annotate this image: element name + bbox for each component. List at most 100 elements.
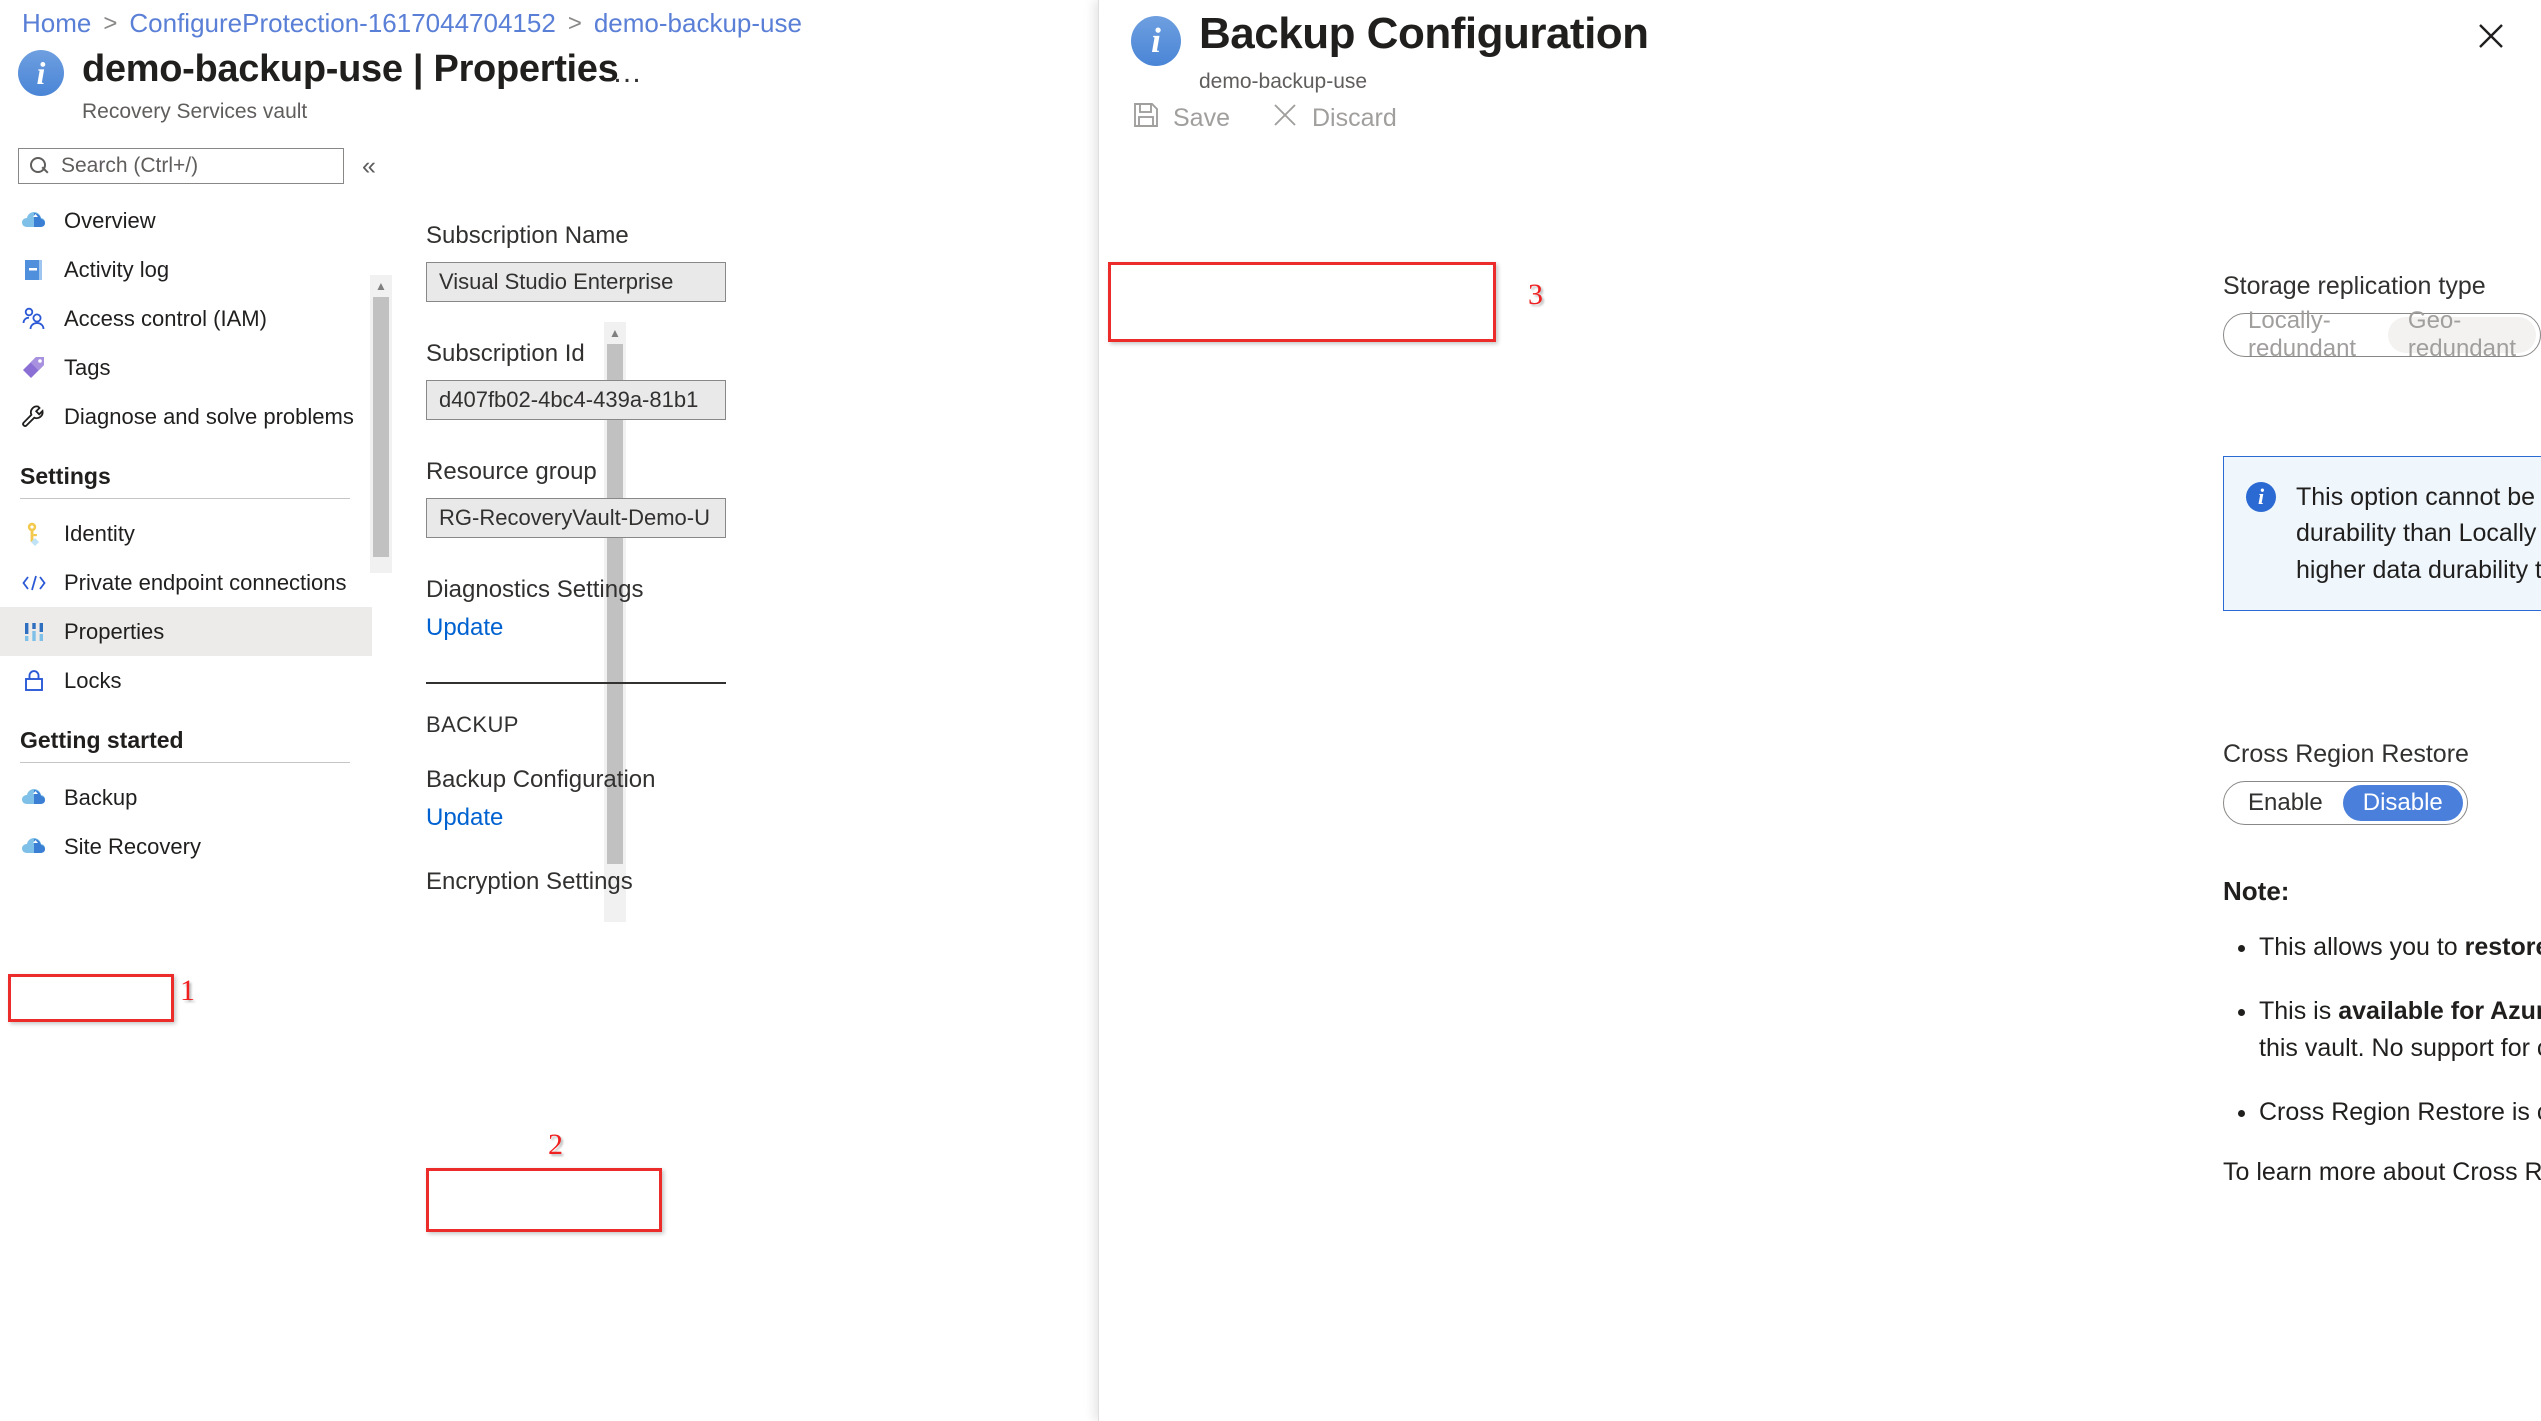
breadcrumb-home[interactable]: Home [22,8,91,39]
app-root: Home > ConfigureProtection-1617044704152… [0,0,2541,1421]
page-subtitle: Recovery Services vault [82,99,308,123]
cross-region-restore-group: Cross Region Restore Enable Disable [2223,740,2469,825]
scrollbar-thumb[interactable] [373,297,389,557]
storage-option-geo-redundant[interactable]: Geo-redundant [2387,307,2536,362]
sidebar-item-site-recovery[interactable]: Site Recovery [0,822,372,871]
note-footer: To learn more about Cross Region Restore… [2223,1158,2541,1187]
backup-configuration-blade: i Backup Configuration demo-backup-use S… [1098,0,2541,1421]
subscription-name-value[interactable]: Visual Studio Enterprise [426,262,726,302]
breadcrumb-item-1[interactable]: demo-backup-use [594,8,802,39]
storage-replication-type-toggle[interactable]: Locally-redundant Geo-redundant [2223,307,2541,362]
backup-configuration-label: Backup Configuration [426,766,656,793]
breadcrumb: Home > ConfigureProtection-1617044704152… [22,8,802,39]
sidebar-item-activity-log[interactable]: Activity log [0,245,372,294]
sidebar-item-identity[interactable]: Identity [0,509,372,558]
diagnostics-update-link[interactable]: Update [426,614,826,642]
cloud-icon [20,784,48,812]
note-bold: restore in the secondary region [2464,933,2541,961]
sidebar-item-tags[interactable]: Tags [0,343,372,392]
sidebar-item-label: Activity log [64,256,170,282]
callout-number-2: 2 [548,1128,563,1161]
info-icon: i [2246,482,2276,512]
page-title: demo-backup-use | Properties [82,48,619,90]
breadcrumb-separator-icon: > [567,9,582,37]
sidebar-item-overview[interactable]: Overview [0,196,372,245]
field-label: Subscription Id [426,340,585,367]
vault-info-icon: i [18,50,64,96]
search-input[interactable] [59,153,333,179]
storage-option-locally-redundant[interactable]: Locally-redundant [2228,307,2388,362]
more-menu-icon[interactable]: … [612,58,644,88]
blade-title: Backup Configuration [1199,9,1649,58]
backup-configuration-update-link[interactable]: Update [426,804,826,832]
resource-group-value[interactable]: RG-RecoveryVault-Demo-U [426,498,726,538]
sidebar-item-locks[interactable]: Locks [0,656,372,705]
note-text: This allows you to [2259,933,2465,961]
activity-log-icon [20,256,48,284]
crr-option-disable[interactable]: Disable [2342,785,2463,821]
page-title-row: i demo-backup-use | Properties Recovery … [18,48,619,124]
sidebar-group-getting-started: Getting started [20,727,184,753]
lock-icon [20,667,48,695]
sidebar-item-label: Private endpoint connections [64,569,347,595]
sidebar-item-private-endpoint[interactable]: Private endpoint connections [0,558,372,607]
field-label: Subscription Name [426,222,629,249]
cloud-icon [20,833,48,861]
list-item: Cross Region Restore is currently non-re… [2259,1094,2541,1130]
blade-info-icon: i [1131,16,1181,66]
note-block: Note: This allows you to restore in the … [2223,876,2541,1187]
info-banner-text: This option cannot be changed after prot… [2296,483,2541,584]
sidebar-divider [20,762,350,763]
close-icon[interactable] [2469,14,2513,58]
save-icon [1131,100,1161,137]
properties-content: Subscription Name Visual Studio Enterpri… [426,222,826,896]
sidebar-divider [20,498,350,499]
portal-blade: Home > ConfigureProtection-1617044704152… [0,0,1098,1421]
discard-label: Discard [1311,104,1397,132]
sidebar-item-label: Diagnose and solve problems [64,403,354,429]
info-banner: i This option cannot be changed after pr… [2223,456,2541,611]
encryption-settings-label: Encryption Settings [426,868,633,895]
diagnostics-settings-label: Diagnostics Settings [426,576,644,603]
storage-replication-type-group: Storage replication type Locally-redunda… [2223,272,2541,362]
sidebar-item-properties[interactable]: Properties [0,607,372,656]
sidebar-item-label: Access control (IAM) [64,305,267,331]
sidebar-nav: Overview Activity log Access control (IA… [0,196,372,871]
collapse-nav-icon[interactable]: « [362,152,376,181]
note-title: Note: [2223,876,2290,906]
sidebar-item-label: Overview [64,207,156,233]
search-box[interactable] [18,148,344,184]
search-icon [29,156,49,176]
sidebar-item-access-control[interactable]: Access control (IAM) [0,294,372,343]
cross-region-restore-toggle[interactable]: Enable Disable [2223,781,2468,825]
list-item: This is available for Azure Virtual Mach… [2259,993,2541,1066]
list-item: This allows you to restore in the second… [2259,929,2541,965]
sidebar-item-diagnose[interactable]: Diagnose and solve problems [0,392,372,441]
discard-button[interactable]: Discard [1270,100,1397,137]
endpoint-icon [20,569,48,597]
key-icon [20,520,48,548]
save-label: Save [1173,104,1230,132]
breadcrumb-separator-icon: > [103,9,118,37]
blade-header: i Backup Configuration demo-backup-use [1131,12,1649,94]
subscription-id-value[interactable]: d407fb02-4bc4-439a-81b1 [426,380,726,420]
save-button[interactable]: Save [1131,100,1230,137]
note-bold: available for Azure Virtual Machines [2338,997,2541,1026]
breadcrumb-item-0[interactable]: ConfigureProtection-1617044704152 [129,8,555,39]
crr-option-enable[interactable]: Enable [2228,785,2343,821]
scroll-up-icon[interactable]: ▲ [370,275,392,297]
note-list: This allows you to restore in the second… [2223,929,2541,1130]
sidebar-item-label: Backup [64,784,138,810]
properties-icon [20,618,48,646]
blade-command-bar: Save Discard [1131,100,1397,137]
sidebar-item-label: Identity [64,520,135,546]
callout-number-1: 1 [180,974,195,1007]
cloud-icon [20,207,48,235]
sidebar-item-label: Properties [64,618,165,644]
people-icon [20,305,48,333]
sidebar-scrollbar[interactable]: ▲ [370,275,392,573]
storage-replication-type-label: Storage replication type [2223,272,2486,300]
note-footer-text: To learn more about Cross Region Restore [2223,1158,2541,1186]
note-text: Cross Region Restore is currently non-re… [2259,1097,2541,1126]
sidebar-item-backup[interactable]: Backup [0,773,372,822]
